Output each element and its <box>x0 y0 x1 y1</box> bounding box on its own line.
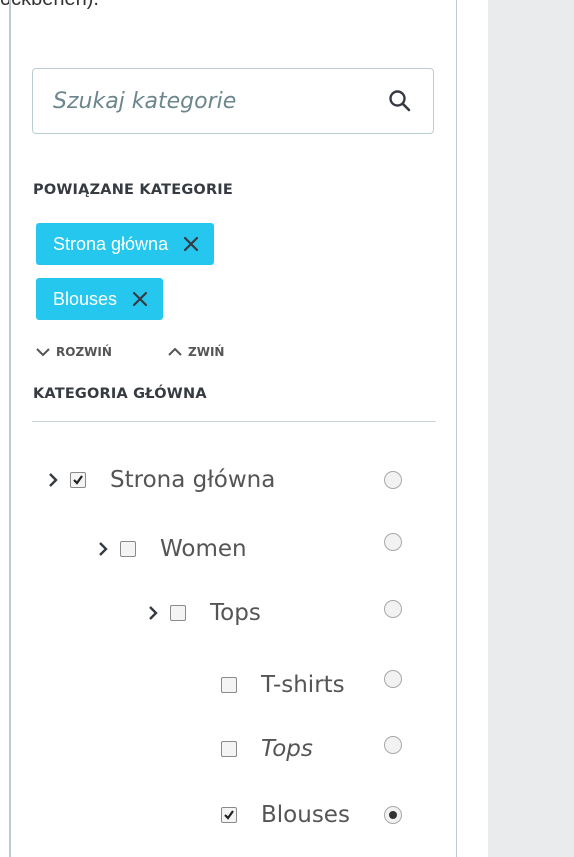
chevron-right-icon[interactable] <box>94 540 112 558</box>
expand-all-link[interactable]: ROZWIŃ <box>34 345 112 359</box>
main-category-radio[interactable] <box>384 600 402 618</box>
tree-item-blouses: Blouses <box>221 795 350 835</box>
category-search-box <box>32 68 434 134</box>
tree-item-t-shirts: T-shirts <box>221 665 345 705</box>
panel-right-border <box>456 0 457 857</box>
main-category-radio[interactable] <box>384 533 402 551</box>
chevron-right-icon[interactable] <box>144 604 162 622</box>
tree-item-strona-glowna: Strona główna <box>44 460 275 500</box>
tree-item-women: Women <box>94 529 247 569</box>
tree-item-label: Blouses <box>261 802 350 828</box>
category-checkbox[interactable] <box>221 741 237 757</box>
category-checkbox[interactable] <box>70 472 86 488</box>
associated-categories-label: POWIĄZANE KATEGORIE <box>33 182 234 198</box>
tree-item-label: Strona główna <box>110 467 276 493</box>
main-category-label: KATEGORIA GŁÓWNA <box>33 386 207 402</box>
side-panel-background <box>488 0 574 857</box>
main-category-radio[interactable] <box>384 471 402 489</box>
category-search-input[interactable] <box>53 88 373 114</box>
panel-left-border <box>9 0 11 857</box>
previous-text-fragment: ockbehen). <box>0 0 99 11</box>
collapse-all-link[interactable]: ZWIŃ <box>166 345 224 359</box>
main-category-radio[interactable] <box>384 736 402 754</box>
category-checkbox[interactable] <box>221 677 237 693</box>
tag-label: Blouses <box>53 288 118 309</box>
tree-item-tops: Tops <box>144 593 261 633</box>
main-category-radio[interactable] <box>384 670 402 688</box>
tree-item-tops-child: Tops <box>221 729 313 769</box>
remove-tag-icon[interactable] <box>131 290 149 308</box>
divider <box>32 421 436 422</box>
tree-item-label: T-shirts <box>261 672 345 698</box>
tree-item-label: Women <box>160 536 247 562</box>
remove-tag-icon[interactable] <box>182 235 200 253</box>
category-checkbox[interactable] <box>221 807 237 823</box>
tree-item-label: Tops <box>261 736 313 762</box>
chevron-down-icon <box>36 348 50 357</box>
chevron-up-icon <box>168 347 182 356</box>
tag-strona-glowna: Strona główna <box>36 223 215 265</box>
expand-all-label: ROZWIŃ <box>56 345 112 359</box>
category-checkbox[interactable] <box>170 605 186 621</box>
tree-item-label: Tops <box>210 600 261 626</box>
tag-label: Strona główna <box>53 233 169 254</box>
tag-blouses: Blouses <box>36 278 164 320</box>
search-icon[interactable] <box>387 88 413 114</box>
chevron-right-icon[interactable] <box>44 471 62 489</box>
category-checkbox[interactable] <box>120 541 136 557</box>
main-category-radio[interactable] <box>384 806 402 824</box>
collapse-all-label: ZWIŃ <box>188 345 225 359</box>
